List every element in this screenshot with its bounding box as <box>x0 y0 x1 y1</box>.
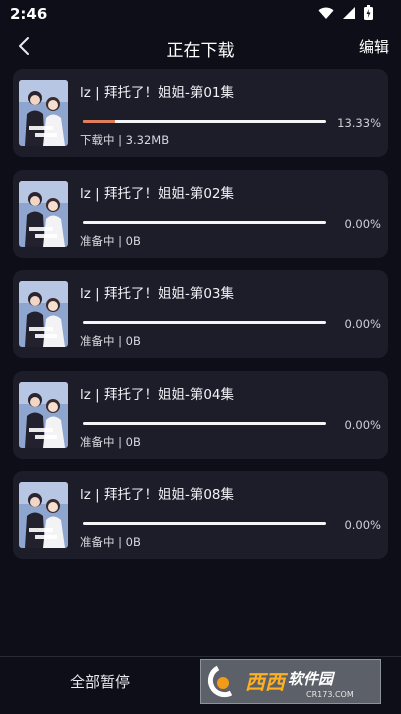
progress-percent: 0.00% <box>344 518 381 532</box>
episode-thumbnail <box>19 180 68 247</box>
progress-percent: 0.00% <box>344 317 381 331</box>
download-item[interactable]: lz | 拜托了！姐姐-第04集 0.00% 准备中 | 0B <box>13 370 388 459</box>
download-status: 下载中 | 3.32MB <box>80 133 170 147</box>
episode-title: lz | 拜托了！姐姐-第08集 <box>80 487 235 503</box>
episode-title: lz | 拜托了！姐姐-第04集 <box>80 386 235 403</box>
progress-fill <box>83 120 116 123</box>
progress-percent: 0.00% <box>344 417 381 432</box>
episode-thumbnail <box>19 80 68 146</box>
progress-bar <box>83 421 326 425</box>
download-list: lz | 拜托了！姐姐-第01集 13.33% 下载中 | 3.32MB lz … <box>13 69 388 572</box>
episode-title: lz | 拜托了！姐姐-第02集 <box>80 185 235 202</box>
episode-title: lz | 拜托了！姐姐-第01集 <box>80 85 235 101</box>
wifi-icon <box>318 5 334 24</box>
download-item[interactable]: lz | 拜托了！姐姐-第03集 0.00% 准备中 | 0B <box>13 270 388 358</box>
status-time: 2:46 <box>10 5 48 23</box>
status-bar: 2:46 <box>0 0 401 28</box>
download-item[interactable]: lz | 拜托了！姐姐-第02集 0.00% 准备中 | 0B <box>13 169 388 258</box>
battery-icon <box>364 5 373 24</box>
progress-percent: 13.33% <box>337 116 381 130</box>
episode-title: lz | 拜托了！姐姐-第03集 <box>80 286 235 302</box>
pause-all-button[interactable]: 全部暂停 <box>0 671 200 692</box>
watermark-logo: 西西 软件园 CR173.COM <box>200 659 381 704</box>
download-status: 准备中 | 0B <box>80 434 141 449</box>
download-status: 准备中 | 0B <box>80 233 141 248</box>
episode-thumbnail <box>19 281 68 347</box>
progress-bar <box>83 522 326 525</box>
svg-text:西西: 西西 <box>245 670 289 694</box>
page-title: 正在下载 <box>166 41 235 61</box>
edit-button[interactable]: 编辑 <box>359 36 389 57</box>
download-status: 准备中 | 0B <box>80 334 141 348</box>
svg-text:软件园: 软件园 <box>288 670 336 688</box>
progress-percent: 0.00% <box>344 216 381 231</box>
episode-thumbnail <box>19 482 68 548</box>
signal-icon <box>342 5 356 24</box>
progress-bar <box>83 120 326 123</box>
nav-bar: 正在下载 编辑 <box>0 30 401 66</box>
download-item[interactable]: lz | 拜托了！姐姐-第01集 13.33% 下载中 | 3.32MB <box>13 69 388 157</box>
progress-bar <box>83 321 326 324</box>
bottom-bar: 全部暂停 西西 软件园 CR173.COM <box>0 656 401 714</box>
download-status: 准备中 | 0B <box>80 535 141 549</box>
download-item[interactable]: lz | 拜托了！姐姐-第08集 0.00% 准备中 | 0B <box>13 471 388 559</box>
progress-bar <box>83 220 326 224</box>
svg-text:CR173.COM: CR173.COM <box>306 690 354 699</box>
status-icons <box>318 5 373 24</box>
episode-thumbnail <box>19 381 68 448</box>
